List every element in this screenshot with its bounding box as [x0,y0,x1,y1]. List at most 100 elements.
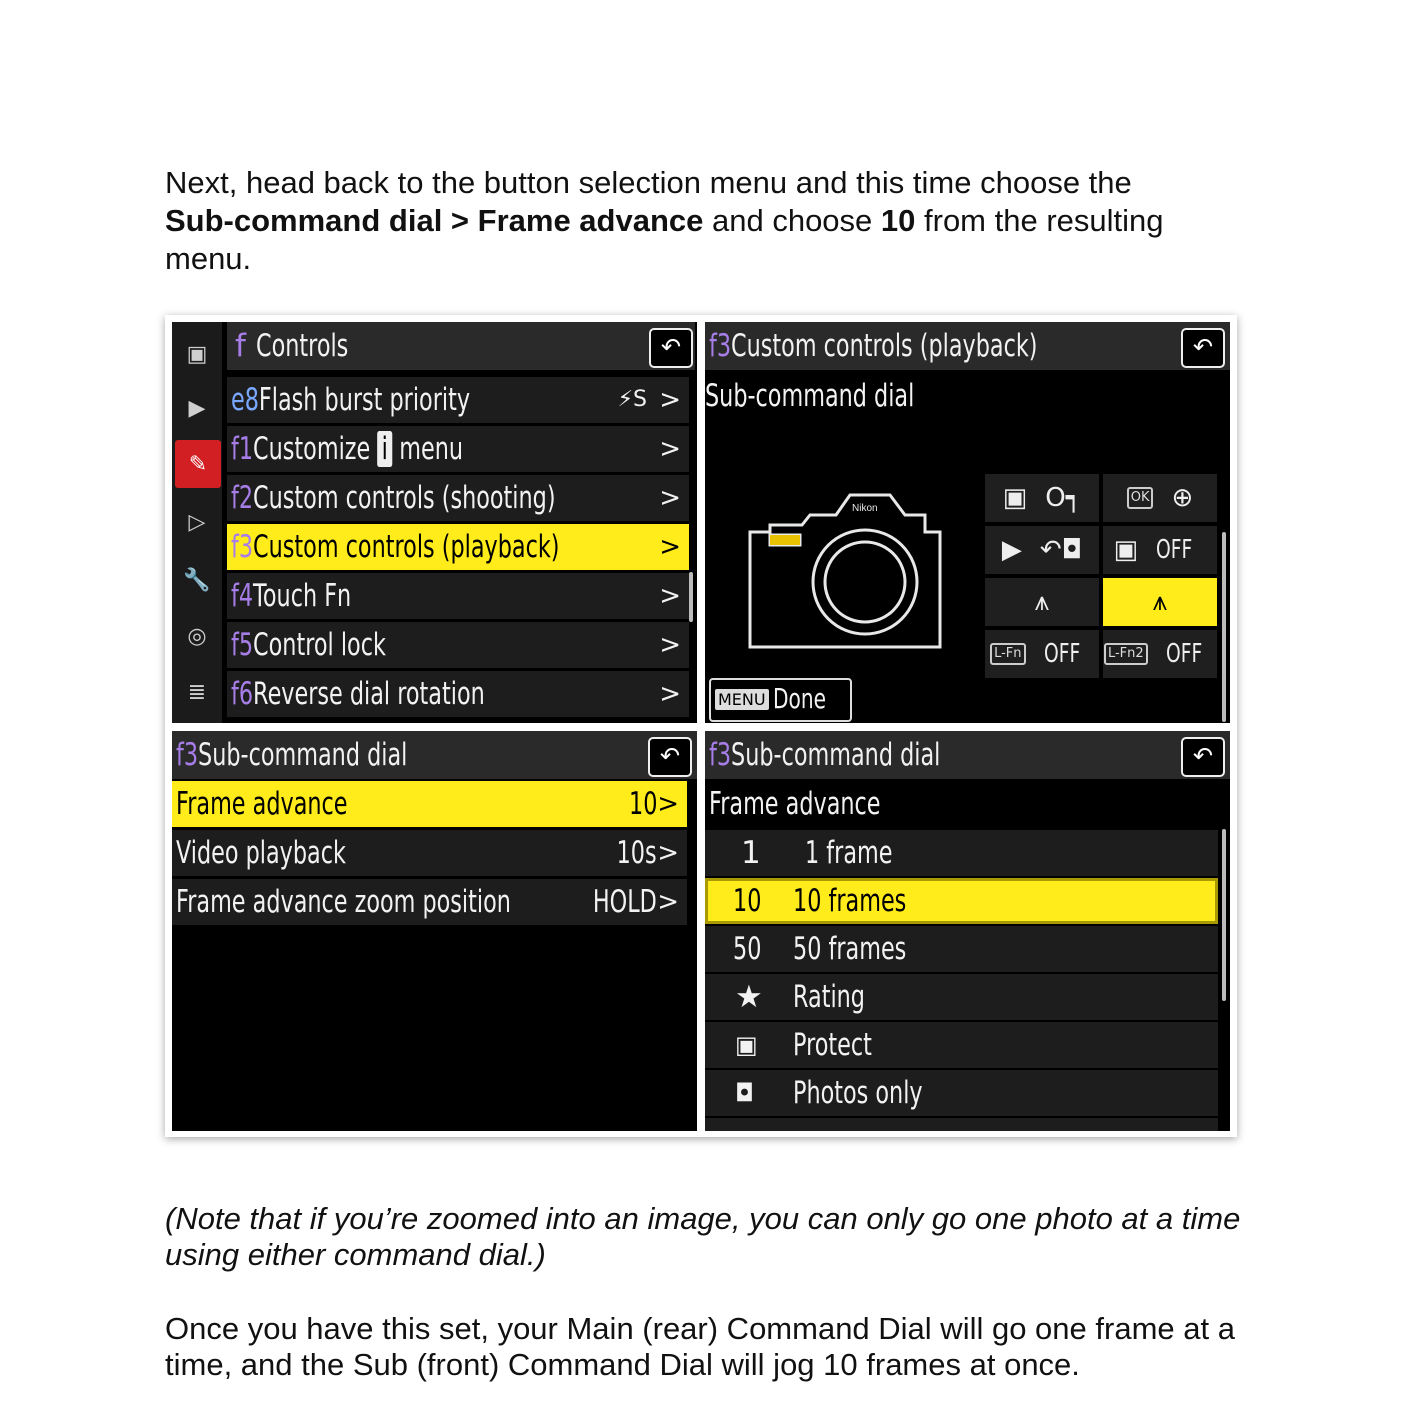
title-bar: f3Sub-command dial [172,731,697,779]
intro-path: Sub-command dial > Frame advance [165,203,704,238]
setting-value: 10 [628,786,657,822]
playback-icon[interactable]: ▷ [172,498,222,546]
grid-cell-8[interactable]: L-Fn2 OFF [1103,630,1217,678]
item-label: Custom controls (playback) [253,529,560,565]
intro-paragraph: Next, head back to the button selection … [165,164,1245,278]
sub-dial-icon: ⩚ [1152,586,1168,617]
wrench-icon[interactable]: 🔧 [172,556,222,604]
chevron-right-icon: > [659,630,681,660]
off-value: OFF [1165,639,1202,669]
frame-advance-screen: f3Sub-command dial ↶ Frame advance 1 1 f… [705,731,1230,1131]
camera-icon[interactable]: ▣ [172,330,222,378]
title-bar: f3Sub-command dial [705,731,1230,779]
setting-label: Video playback [176,835,346,871]
done-button[interactable]: MENU Done [709,678,853,722]
menu-title-bar: f Controls [227,322,695,370]
option-10-frames[interactable]: 10 10 frames [705,878,1218,924]
screenshot-frame: ▣ ▶ ✎ ▷ 🔧 ◎ ≣ f Controls ↶ e8Flash burst… [165,315,1237,1137]
menu-title: Controls [255,328,349,364]
my-menu-icon[interactable]: ≣ [172,668,222,716]
grid-cell-2[interactable]: OK ⊕ [1103,474,1217,522]
menu-item-f1[interactable]: f1Customize i menu > [227,426,689,472]
option-label: 1 frame [805,835,893,871]
ok-icon: OK [1126,487,1154,509]
scrollbar[interactable] [689,572,693,622]
menu-item-f5[interactable]: f5Control lock > [227,622,689,668]
network-icon[interactable]: ◎ [172,612,222,660]
setting-label: Frame advance [176,786,348,822]
grid-cell-1[interactable]: ▣ O┑ [985,474,1099,522]
intro-start: Next, head back to the button selection … [165,165,1132,200]
grid-cell-4[interactable]: ▣ OFF [1103,526,1217,574]
option-rating[interactable]: ★ Rating [705,974,1218,1020]
camera-brand: Nikon [852,503,878,514]
menu-item-f6[interactable]: f6Reverse dial rotation > [227,671,689,717]
item-label: Custom controls (shooting) [253,480,556,516]
intro-mid: and choose [703,203,881,238]
pencil-icon[interactable]: ✎ [175,440,221,488]
chevron-right-icon: > [659,679,681,709]
option-50-frames[interactable]: 50 50 frames [705,926,1218,972]
grid-cell-3[interactable]: ▶ ↶◘ [985,526,1099,574]
movie-button-icon: ▣ [1113,535,1139,565]
subtitle: Sub-command dial [705,378,915,414]
subtitle: Frame advance [709,786,881,822]
option-label: Photos only [793,1075,923,1111]
option-label: Protect [793,1027,872,1063]
menu-item-e8[interactable]: e8Flash burst priority ⚡S > [227,377,689,423]
item-label: Flash burst priority [258,382,471,418]
setting-video-playback[interactable]: Video playback 10s > [172,830,687,876]
item-tag: e8 [231,382,259,418]
option-photos-only[interactable]: ◘ Photos only [705,1070,1218,1116]
option-protect[interactable]: ▣ Protect [705,1022,1218,1068]
screen-title: Sub-command dial [731,737,941,773]
menu-item-f2[interactable]: f2Custom controls (shooting) > [227,475,689,521]
return-icon[interactable]: ↶ [1181,328,1225,368]
option-1-frame[interactable]: 1 1 frame [705,830,1218,876]
chevron-right-icon: > [659,532,681,562]
closing-paragraph: Once you have this set, your Main (rear)… [165,1311,1235,1382]
screen-title: Sub-command dial [198,737,408,773]
option-partial[interactable] [705,1118,1218,1131]
chevron-right-icon: > [657,789,679,819]
menu-item-f3[interactable]: f3Custom controls (playback) > [227,524,689,570]
option-label: Rating [793,979,865,1015]
item-tag: f2 [231,480,254,516]
scrollbar[interactable] [1222,532,1226,722]
option-code: 10 [733,883,762,919]
note-paragraph: (Note that if you’re zoomed into an imag… [165,1201,1241,1272]
title-tag: f3 [709,328,732,364]
setting-zoom-position[interactable]: Frame advance zoom position HOLD > [172,879,687,925]
item-label: Control lock [253,627,386,663]
menu-sidebar: ▣ ▶ ✎ ▷ 🔧 ◎ ≣ [172,322,222,723]
menu-item-f4[interactable]: f4Touch Fn > [227,573,689,619]
off-value: OFF [1156,535,1193,565]
grid-cell-7[interactable]: L-Fn OFF [985,630,1099,678]
chevron-right-icon: > [659,581,681,611]
item-tag: f4 [231,578,254,614]
grid-cell-5[interactable]: ⩚ [985,578,1099,626]
zoom-in-icon: ⊕ [1171,483,1194,513]
setting-label: Frame advance zoom position [176,884,511,920]
lfn2-icon: L-Fn2 [1103,643,1148,665]
movie-icon[interactable]: ▶ [172,384,222,432]
setting-value: 10s [616,835,657,871]
scrollbar[interactable] [1222,829,1226,1001]
chevron-right-icon: > [659,483,681,513]
lfn-icon: L-Fn [990,643,1026,665]
setting-frame-advance[interactable]: Frame advance 10 > [172,781,687,827]
button-grid: ▣ O┑ OK ⊕ ▶ ↶◘ ▣ OFF ⩚ ⩚ L-Fn OFF L-Fn2 OFF [985,474,1217,678]
return-icon[interactable]: ↶ [648,737,692,777]
option-label: 50 frames [793,931,907,967]
chevron-right-icon: > [657,887,679,917]
item-label: Reverse dial rotation [253,676,485,712]
title-tag: f3 [709,737,732,773]
return-icon[interactable]: ↶ [1181,737,1225,777]
return-camera-icon: ↶◘ [1039,535,1083,565]
done-label: Done [772,682,826,715]
screen-title: Custom controls (playback) [731,328,1038,364]
option-code: 1 [741,835,761,871]
grid-cell-6[interactable]: ⩚ [1103,578,1217,626]
return-icon[interactable]: ↶ [649,328,693,368]
item-tag: f5 [231,627,254,663]
